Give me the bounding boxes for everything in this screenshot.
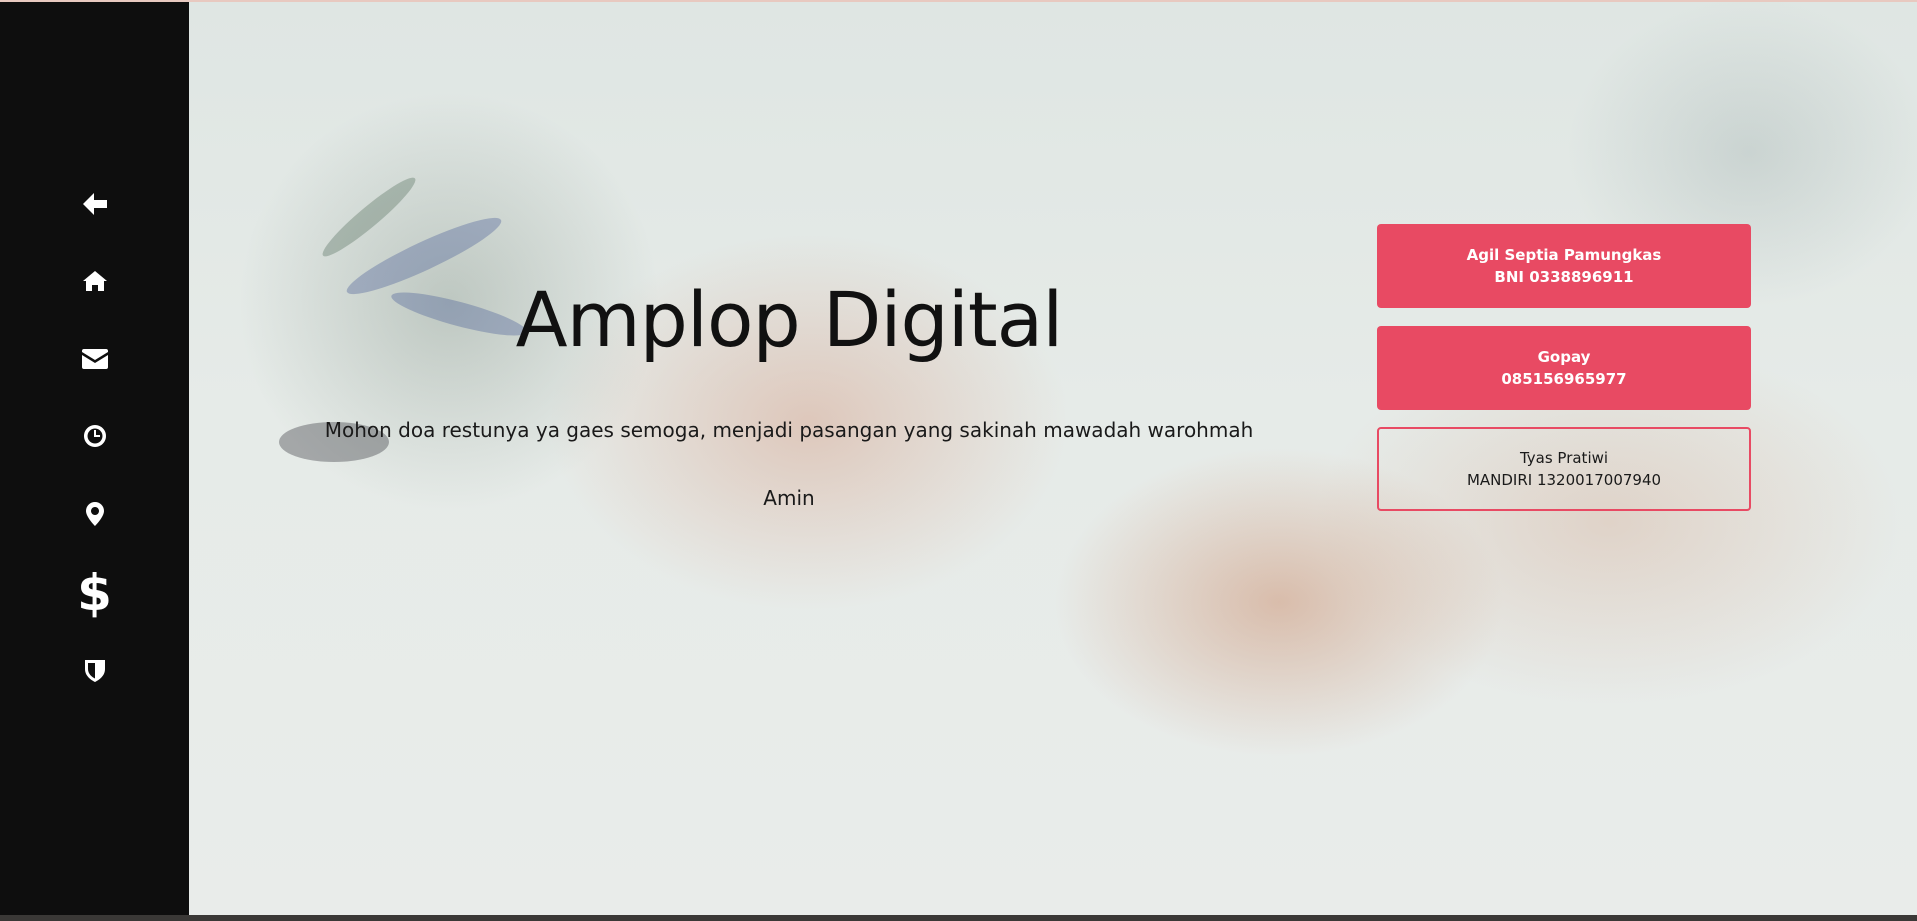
nav-back-button[interactable] bbox=[0, 174, 189, 234]
map-pin-icon bbox=[85, 502, 104, 526]
arrow-left-icon bbox=[82, 193, 107, 215]
closing-text: Amin bbox=[763, 486, 815, 510]
wedding-message: Mohon doa restunya ya gaes semoga, menja… bbox=[324, 418, 1254, 442]
nav-location-button[interactable] bbox=[0, 484, 189, 544]
account-name: Gopay bbox=[1537, 348, 1591, 366]
home-icon bbox=[82, 271, 107, 291]
envelope-icon bbox=[81, 349, 108, 369]
page: $ Amplop Digital Mohon doa restunya ya g… bbox=[0, 0, 1917, 921]
nav-protocol-button[interactable] bbox=[0, 640, 189, 700]
clock-icon bbox=[83, 425, 106, 447]
account-card-mandiri[interactable]: Tyas Pratiwi MANDIRI 1320017007940 bbox=[1377, 427, 1751, 511]
bottom-bar bbox=[0, 915, 1917, 921]
account-name: Agil Septia Pamungkas bbox=[1466, 246, 1662, 264]
account-number: MANDIRI 1320017007940 bbox=[1466, 471, 1662, 489]
page-title: Amplop Digital bbox=[515, 275, 1064, 364]
account-card-bni[interactable]: Agil Septia Pamungkas BNI 0338896911 bbox=[1377, 224, 1751, 308]
nav-gift-button[interactable]: $ bbox=[0, 563, 189, 623]
sidebar-nav: $ bbox=[0, 2, 189, 915]
nav-home-button[interactable] bbox=[0, 251, 189, 311]
account-card-gopay[interactable]: Gopay 085156965977 bbox=[1377, 326, 1751, 410]
shield-icon bbox=[84, 660, 105, 682]
account-number: 085156965977 bbox=[1501, 370, 1627, 388]
dollar-icon: $ bbox=[77, 564, 112, 622]
account-number: BNI 0338896911 bbox=[1494, 268, 1634, 286]
nav-message-button[interactable] bbox=[0, 329, 189, 389]
nav-time-button[interactable] bbox=[0, 406, 189, 466]
account-name: Tyas Pratiwi bbox=[1519, 449, 1609, 467]
